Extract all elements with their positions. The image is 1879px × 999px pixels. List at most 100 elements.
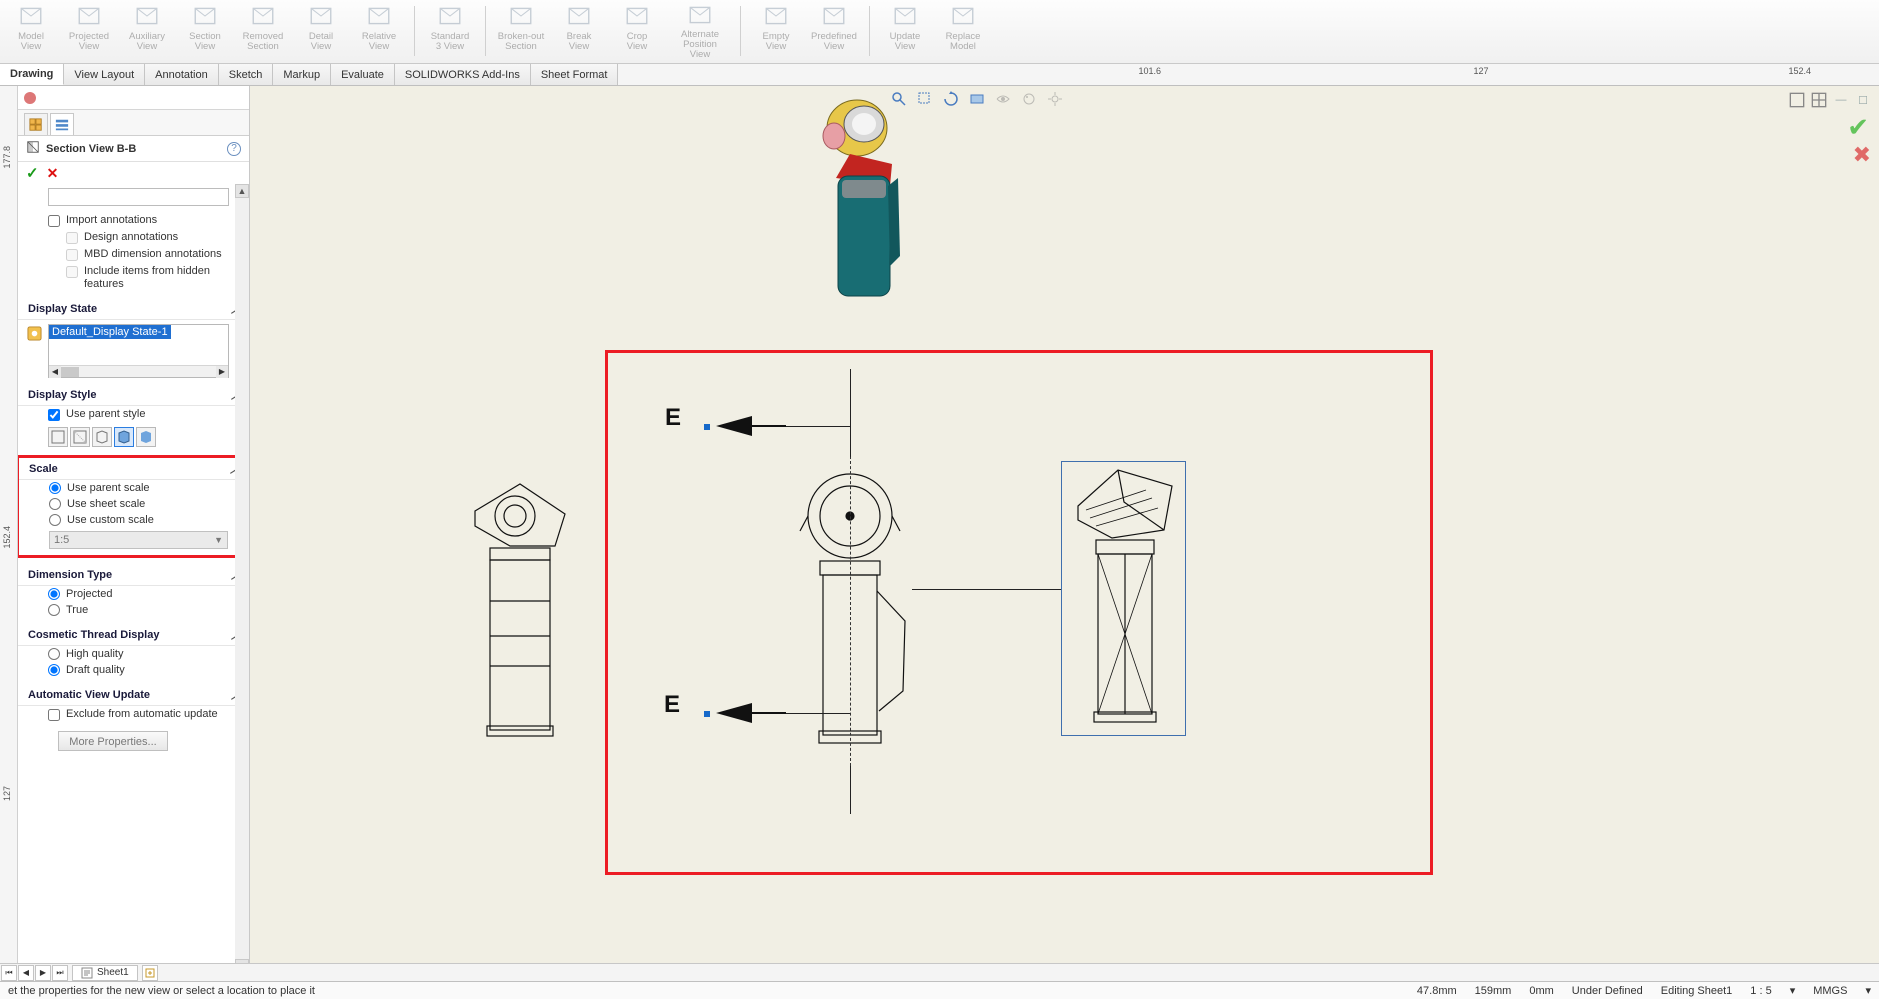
drawing-view-left[interactable]	[455, 466, 585, 746]
sheet-first[interactable]: ⏮	[1, 965, 17, 981]
cosmetic-draft-radio[interactable]: Draft quality	[18, 662, 249, 678]
style-hidden-visible[interactable]	[70, 427, 90, 447]
ribbon-predefview[interactable]: Predefined View	[807, 2, 861, 60]
recent-command-icon	[24, 92, 36, 104]
ribbon-updateview[interactable]: Update View	[878, 2, 932, 60]
rotate-view-icon[interactable]	[942, 90, 960, 108]
status-editing: Editing Sheet1	[1661, 985, 1733, 997]
property-manager-panel: Section View B-B ? ✓ ✕ ▲ ▼ Import annota…	[18, 86, 250, 973]
scale-parent-radio[interactable]: Use parent scale	[19, 480, 248, 496]
ribbon-modelview[interactable]: Model View	[4, 2, 58, 60]
scale-header[interactable]: Scale︿	[19, 458, 248, 480]
status-menu-icon[interactable]: ▾	[1790, 984, 1796, 997]
appearance-icon[interactable]	[1020, 90, 1038, 108]
reject-icon[interactable]: ✖	[1853, 142, 1871, 168]
drawing-canvas[interactable]: — ☐ ✔ ✖	[250, 86, 1879, 973]
ribbon-brokenout[interactable]: Broken-out Section	[494, 2, 548, 60]
dimension-type-header[interactable]: Dimension Type︿	[18, 564, 249, 586]
ribbon-altposview[interactable]: Alternate Position View	[668, 2, 732, 60]
display-style-icon[interactable]	[968, 90, 986, 108]
section-handle-bottom[interactable]	[704, 711, 710, 717]
tab-drawing[interactable]: Drawing	[0, 64, 64, 85]
zoom-area-icon[interactable]	[916, 90, 934, 108]
dim-projected-radio[interactable]: Projected	[18, 586, 249, 602]
status-coord-z: 0mm	[1529, 985, 1553, 997]
ribbon-emptyview[interactable]: Empty View	[749, 2, 803, 60]
settings-icon[interactable]	[1046, 90, 1064, 108]
tab-markup[interactable]: Markup	[273, 64, 331, 85]
hide-show-icon[interactable]	[994, 90, 1012, 108]
tab-solidworks-add-ins[interactable]: SOLIDWORKS Add-Ins	[395, 64, 531, 85]
display-state-header[interactable]: Display State︿	[18, 298, 249, 320]
maximize-icon[interactable]: ☐	[1855, 92, 1871, 108]
sheet-last[interactable]: ⏭	[52, 965, 68, 981]
ribbon-breakview[interactable]: Break View	[552, 2, 606, 60]
panel-scroll-up[interactable]: ▲	[235, 184, 249, 198]
tab-sheet-format[interactable]: Sheet Format	[531, 64, 619, 85]
display-style-header[interactable]: Display Style︿	[18, 384, 249, 406]
scope-text-field[interactable]	[48, 188, 229, 206]
display-state-hscroll[interactable]: ◀▶	[49, 365, 228, 377]
tab-sketch[interactable]: Sketch	[219, 64, 274, 85]
ribbon-removedsec[interactable]: Removed Section	[236, 2, 290, 60]
accept-icon[interactable]: ✔	[1847, 112, 1869, 143]
tab-annotation[interactable]: Annotation	[145, 64, 219, 85]
status-message: et the properties for the new view or se…	[8, 985, 315, 997]
section-leader-bottom	[850, 766, 851, 814]
status-coord-x: 47.8mm	[1417, 985, 1457, 997]
sheet-tab[interactable]: Sheet1	[72, 965, 138, 981]
scale-custom-radio[interactable]: Use custom scale	[19, 512, 248, 528]
style-wireframe[interactable]	[48, 427, 68, 447]
ribbon-auxview[interactable]: Auxiliary View	[120, 2, 174, 60]
help-icon[interactable]: ?	[227, 142, 241, 156]
sheet-prev[interactable]: ◀	[18, 965, 34, 981]
scale-value-dropdown[interactable]: 1:5▼	[49, 531, 228, 549]
status-coord-y: 159mm	[1475, 985, 1512, 997]
ribbon-relativeview[interactable]: Relative View	[352, 2, 406, 60]
cancel-button[interactable]: ✕	[47, 165, 59, 182]
import-annotations-checkbox[interactable]: Import annotations	[18, 212, 249, 229]
design-annotations-checkbox[interactable]: Design annotations	[18, 229, 249, 246]
cosmetic-thread-header[interactable]: Cosmetic Thread Display︿	[18, 624, 249, 646]
more-properties-button[interactable]: More Properties...	[58, 731, 168, 751]
scale-sheet-radio[interactable]: Use sheet scale	[19, 496, 248, 512]
ribbon-std3view[interactable]: Standard 3 View	[423, 2, 477, 60]
style-shaded-edges[interactable]	[114, 427, 134, 447]
panel-body: ▲ ▼ Import annotations Design annotation…	[18, 184, 249, 973]
centerline-vertical	[850, 456, 851, 766]
dim-true-radio[interactable]: True	[18, 602, 249, 618]
heads-up-toolbar	[890, 90, 1064, 108]
cosmetic-high-radio[interactable]: High quality	[18, 646, 249, 662]
style-shaded[interactable]	[136, 427, 156, 447]
feature-manager-tab[interactable]	[24, 113, 48, 135]
sheet-add[interactable]	[142, 965, 158, 981]
sheet-next[interactable]: ▶	[35, 965, 51, 981]
tab-evaluate[interactable]: Evaluate	[331, 64, 395, 85]
exclude-auto-update-checkbox[interactable]: Exclude from automatic update	[18, 706, 249, 723]
viewport-four-icon[interactable]	[1811, 92, 1827, 108]
minimize-icon[interactable]: —	[1833, 92, 1849, 108]
style-hidden-removed[interactable]	[92, 427, 112, 447]
viewport-single-icon[interactable]	[1789, 92, 1805, 108]
property-manager-tab[interactable]	[50, 113, 74, 135]
confirm-cancel-row: ✓ ✕	[18, 162, 249, 184]
auto-view-update-header[interactable]: Automatic View Update︿	[18, 684, 249, 706]
status-menu-icon-2[interactable]: ▾	[1865, 984, 1871, 997]
display-state-list[interactable]: Default_Display State-1 ◀▶	[48, 324, 229, 378]
ok-button[interactable]: ✓	[26, 164, 39, 182]
section-handle-top[interactable]	[704, 424, 710, 430]
use-parent-style-checkbox[interactable]: Use parent style	[18, 406, 249, 423]
ribbon-replacemodel[interactable]: Replace Model	[936, 2, 990, 60]
drawing-view-section[interactable]	[1068, 466, 1180, 731]
ribbon-projview[interactable]: Projected View	[62, 2, 116, 60]
tab-view-layout[interactable]: View Layout	[64, 64, 145, 85]
include-hidden-checkbox[interactable]: Include items from hidden features	[18, 263, 249, 292]
mbd-dimension-checkbox[interactable]: MBD dimension annotations	[18, 246, 249, 263]
ribbon-detailview[interactable]: Detail View	[294, 2, 348, 60]
isometric-shaded-view	[802, 86, 912, 316]
section-arrow-top	[716, 416, 752, 436]
ribbon-sectionview[interactable]: Section View	[178, 2, 232, 60]
section-line-top	[786, 426, 850, 427]
ribbon-cropview[interactable]: Crop View	[610, 2, 664, 60]
panel-scrollbar-track[interactable]	[235, 184, 249, 973]
